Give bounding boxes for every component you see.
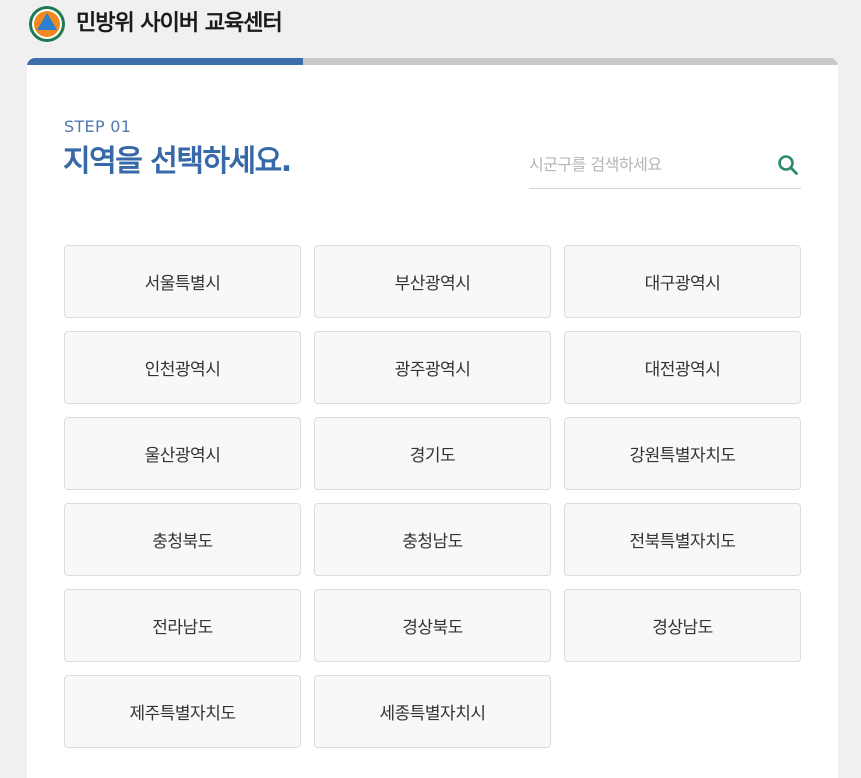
region-grid: 서울특별시 부산광역시 대구광역시인천광역시 광주광역시 대전광역시울산광역시 경기도 강원… xyxy=(64,245,801,748)
region-button[interactable]: 서울특별시 xyxy=(64,245,301,318)
civil-defense-logo-icon[interactable] xyxy=(28,5,66,43)
region-button[interactable]: 전북특별자치도 xyxy=(564,503,801,576)
region-button[interactable]: 대구광역시 xyxy=(564,245,801,318)
region-button[interactable]: 충청북도 xyxy=(64,503,301,576)
region-button[interactable]: 경상북도 xyxy=(314,589,551,662)
region-button[interactable]: 경기도 xyxy=(314,417,551,490)
region-button[interactable]: 강원특별자치도 xyxy=(564,417,801,490)
page-title: 지역을 선택하세요. xyxy=(63,144,292,179)
search-box xyxy=(529,146,801,189)
region-button[interactable]: 제주특별자치도 xyxy=(64,675,301,748)
region-button[interactable]: 전라남도 xyxy=(64,589,301,662)
region-button[interactable]: 부산광역시 xyxy=(314,245,551,318)
region-button[interactable]: 경상남도 xyxy=(564,589,801,662)
region-select-card: STEP 01 지역을 선택하세요. 서울특별시부산광역시대구광역시인천광역시광… xyxy=(27,58,838,778)
search-icon[interactable] xyxy=(777,154,799,176)
progress-fill xyxy=(27,58,303,65)
region-button[interactable]: 대전광역시 xyxy=(564,331,801,404)
region-button[interactable]: 인천광역시 xyxy=(64,331,301,404)
step-label: STEP 01 xyxy=(64,117,132,136)
region-button[interactable]: 울산광역시 xyxy=(64,417,301,490)
top-bar: 민방위 사이버 교육센터 xyxy=(0,0,861,56)
region-button[interactable]: 광주광역시 xyxy=(314,331,551,404)
search-input[interactable] xyxy=(529,150,765,178)
site-title[interactable]: 민방위 사이버 교육센터 xyxy=(76,9,283,39)
progress-bar xyxy=(27,58,838,65)
region-button[interactable]: 세종특별자치시 xyxy=(314,675,551,748)
region-button[interactable]: 충청남도 xyxy=(314,503,551,576)
